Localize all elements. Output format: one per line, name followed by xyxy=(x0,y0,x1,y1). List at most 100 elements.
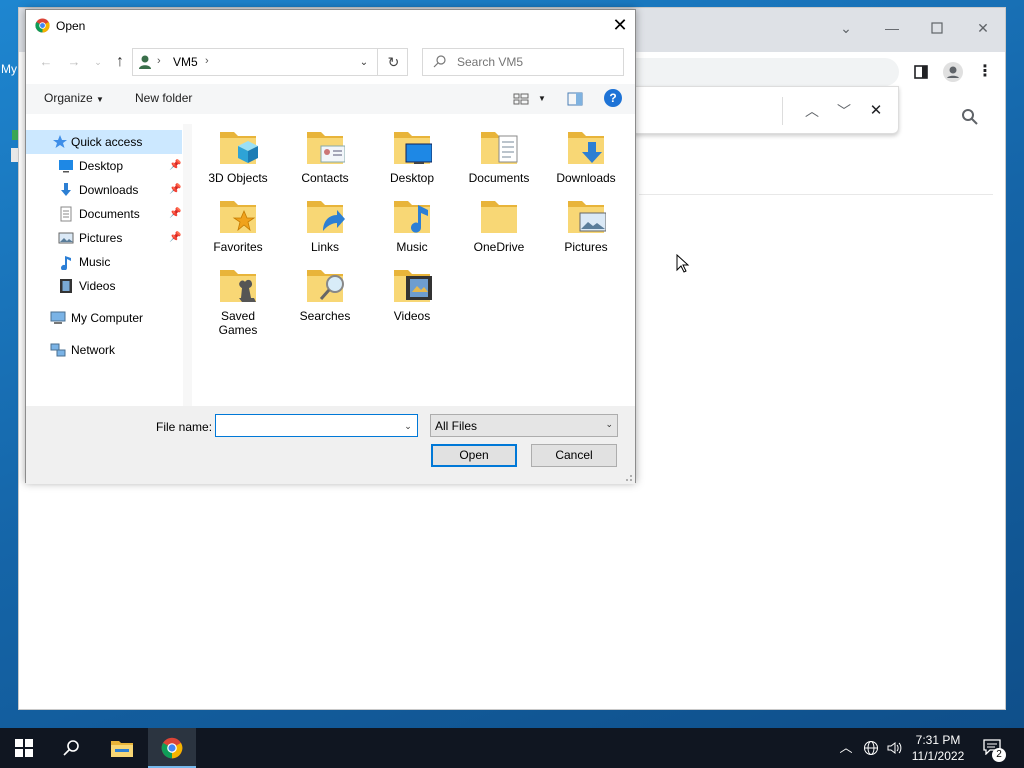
clock[interactable]: 7:31 PM 11/1/2022 xyxy=(905,732,971,764)
organize-label: Organize xyxy=(44,91,93,105)
dropdown-arrow-icon: ▼ xyxy=(96,95,104,104)
chevron-down-icon[interactable]: ⌄ xyxy=(831,16,861,40)
address-bar[interactable]: › VM5 › ⌄ ↻ xyxy=(132,48,408,76)
folder-item-pictures[interactable]: Pictures xyxy=(544,189,628,259)
close-icon[interactable]: ✕ xyxy=(968,16,998,40)
back-arrow-icon[interactable]: ← xyxy=(36,52,56,72)
folder-item-documents[interactable]: Documents xyxy=(457,120,541,190)
folder-item-saved-games[interactable]: Saved Games xyxy=(196,258,280,342)
nav-item-network[interactable]: Network xyxy=(26,338,182,362)
taskbar-chrome[interactable] xyxy=(148,728,196,768)
nav-item-music[interactable]: Music xyxy=(26,250,182,274)
nav-item-desktop[interactable]: Desktop 📌 xyxy=(26,154,182,178)
chrome-logo-icon xyxy=(161,737,183,759)
star-icon xyxy=(53,135,67,148)
pin-icon[interactable]: 📌 xyxy=(169,160,181,172)
maximize-icon[interactable] xyxy=(922,16,952,40)
search-input[interactable] xyxy=(457,54,617,70)
folder-item-downloads[interactable]: Downloads xyxy=(544,120,628,190)
nav-item-my-computer[interactable]: My Computer xyxy=(26,306,182,330)
preview-pane-icon[interactable] xyxy=(566,90,584,108)
taskbar-file-explorer[interactable] xyxy=(98,728,146,768)
picture-icon xyxy=(58,232,74,244)
tray-overflow-chevron-icon[interactable]: ︿ xyxy=(838,740,854,756)
forward-arrow-icon[interactable]: → xyxy=(64,52,84,72)
resize-grip-icon[interactable] xyxy=(623,472,633,482)
nav-item-videos[interactable]: Videos xyxy=(26,274,182,298)
file-label: Pictures xyxy=(564,240,608,254)
breadcrumb-chevron-icon[interactable]: › xyxy=(205,55,209,67)
pin-icon[interactable]: 📌 xyxy=(169,208,181,220)
folder-item-links[interactable]: Links xyxy=(283,189,367,259)
refresh-icon[interactable]: ↻ xyxy=(377,49,409,75)
side-panel-icon[interactable] xyxy=(909,60,933,84)
nav-item-quick-access[interactable]: Quick access xyxy=(26,130,182,154)
folder-item-favorites[interactable]: Favorites xyxy=(196,189,280,259)
network-icon xyxy=(50,343,66,357)
chevron-down-icon[interactable]: ⌄ xyxy=(401,418,415,434)
view-dropdown-icon[interactable]: ▼ xyxy=(538,94,546,103)
close-icon[interactable]: ✕ xyxy=(605,10,635,40)
scrollbar[interactable] xyxy=(183,124,192,406)
file-name-combobox[interactable]: ⌄ xyxy=(215,414,418,437)
folder-item-contacts[interactable]: Contacts xyxy=(283,120,367,190)
file-list: 3D Objects Contacts Desktop Documents Do… xyxy=(196,120,632,406)
taskbar: ︿ 7:31 PM 11/1/2022 2 xyxy=(0,728,1024,768)
computer-icon xyxy=(50,311,66,324)
folder-icon xyxy=(394,132,432,164)
file-label: Downloads xyxy=(556,171,616,185)
breadcrumb-location[interactable]: VM5 xyxy=(173,55,198,69)
change-view-icon[interactable] xyxy=(512,90,530,108)
recent-locations-chevron-icon[interactable]: ⌄ xyxy=(88,52,108,72)
find-close-icon[interactable]: ✕ xyxy=(864,99,888,123)
nav-item-downloads[interactable]: Downloads 📌 xyxy=(26,178,182,202)
folder-item-music[interactable]: Music xyxy=(370,189,454,259)
command-bar: Organize ▼ New folder ▼ ? xyxy=(26,84,635,114)
folder-item-onedrive[interactable]: OneDrive xyxy=(457,189,541,259)
organize-button[interactable]: Organize ▼ xyxy=(44,91,104,105)
up-arrow-icon[interactable]: ↑ xyxy=(110,52,130,72)
folder-icon xyxy=(220,270,256,302)
pin-icon[interactable]: 📌 xyxy=(169,184,181,196)
folder-item-3d-objects[interactable]: 3D Objects xyxy=(196,120,280,190)
desktop-icon-label[interactable]: My xyxy=(1,62,17,76)
file-name-input[interactable] xyxy=(220,418,390,434)
address-dropdown-icon[interactable]: ⌄ xyxy=(355,54,373,72)
pin-icon[interactable]: 📌 xyxy=(169,232,181,244)
menu-kebab-icon[interactable]: ⋮ xyxy=(973,60,997,84)
file-type-select[interactable]: All Files ⌄ xyxy=(430,414,618,437)
start-button[interactable] xyxy=(0,728,48,768)
file-label: Videos xyxy=(393,309,431,323)
address-bar[interactable] xyxy=(617,58,899,86)
folder-item-videos[interactable]: Videos xyxy=(370,258,454,328)
folder-item-desktop[interactable]: Desktop xyxy=(370,120,454,190)
folder-item-searches[interactable]: Searches xyxy=(283,258,367,328)
dialog-titlebar[interactable]: Open ✕ xyxy=(26,10,635,42)
search-box[interactable] xyxy=(422,48,624,76)
breadcrumb-chevron-icon[interactable]: › xyxy=(157,55,161,67)
file-name-label: File name: xyxy=(156,420,213,434)
profile-avatar-icon[interactable] xyxy=(941,60,965,84)
network-globe-icon[interactable] xyxy=(863,740,879,756)
help-icon[interactable]: ? xyxy=(604,89,622,107)
open-file-dialog: Open ✕ ← → ⌄ ↑ › VM5 › ⌄ ↻ Organize ▼ Ne… xyxy=(25,9,636,484)
file-label: Desktop xyxy=(389,171,435,185)
open-button[interactable]: Open xyxy=(431,444,517,467)
search-icon[interactable] xyxy=(961,108,983,130)
nav-item-documents[interactable]: Documents 📌 xyxy=(26,202,182,226)
cancel-button[interactable]: Cancel xyxy=(531,444,617,467)
nav-item-label: Videos xyxy=(79,279,116,293)
find-separator xyxy=(782,97,783,125)
find-next-icon[interactable]: ﹀ xyxy=(832,99,856,123)
nav-item-label: Network xyxy=(71,343,116,357)
file-label: Documents xyxy=(468,171,530,185)
action-center-button[interactable]: 2 xyxy=(983,739,1006,762)
clock-time: 7:31 PM xyxy=(915,733,961,747)
search-button[interactable] xyxy=(48,728,96,768)
find-previous-icon[interactable]: ︿ xyxy=(800,99,824,123)
nav-item-pictures[interactable]: Pictures 📌 xyxy=(26,226,182,250)
speaker-volume-icon[interactable] xyxy=(886,740,902,756)
new-folder-button[interactable]: New folder xyxy=(135,91,192,105)
file-label: Links xyxy=(310,240,339,254)
minimize-icon[interactable]: — xyxy=(877,16,907,40)
